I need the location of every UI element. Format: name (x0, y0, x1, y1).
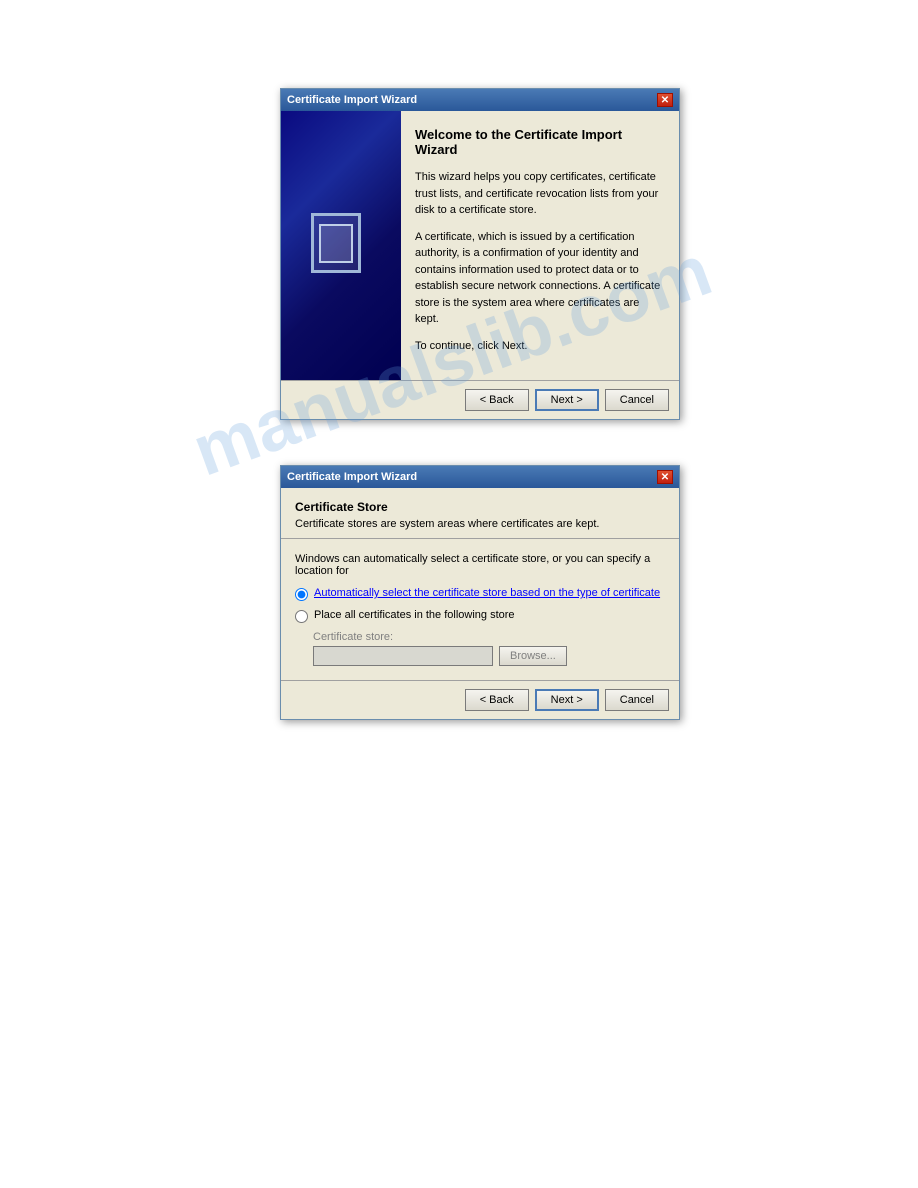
dialog2-header: Certificate Store Certificate stores are… (281, 488, 679, 539)
radio-auto-label[interactable]: Automatically select the certificate sto… (314, 587, 660, 599)
dialog2-back-button[interactable]: < Back (465, 689, 529, 711)
dialog1-heading: Welcome to the Certificate Import Wizard (415, 127, 665, 157)
dialog2-title: Certificate Import Wizard (287, 471, 417, 483)
radio-manual-label[interactable]: Place all certificates in the following … (314, 609, 515, 621)
dialog2-next-button[interactable]: Next > (535, 689, 599, 711)
radio-auto-select[interactable] (295, 588, 308, 601)
dialog2-description: Windows can automatically select a certi… (295, 553, 665, 577)
dialog1-paragraph1: This wizard helps you copy certificates,… (415, 169, 665, 219)
radio-manual-select[interactable] (295, 610, 308, 623)
dialog1-title: Certificate Import Wizard (287, 94, 417, 106)
dialog1-paragraph3: To continue, click Next. (415, 338, 665, 355)
dialog1-cancel-button[interactable]: Cancel (605, 389, 669, 411)
dialog1-footer: < Back Next > Cancel (281, 380, 679, 419)
dialog2-section-title: Certificate Store (295, 500, 665, 514)
radio-option-manual: Place all certificates in the following … (295, 609, 665, 623)
dialog2-certificate-store: Certificate Import Wizard ✕ Certificate … (280, 465, 680, 720)
dialog2-close-button[interactable]: ✕ (657, 470, 673, 484)
dialog1-back-button[interactable]: < Back (465, 389, 529, 411)
dialog2-section-desc: Certificate stores are system areas wher… (295, 518, 665, 530)
certificate-icon (311, 213, 371, 278)
dialog1-paragraph2: A certificate, which is issued by a cert… (415, 229, 665, 328)
dialog1-next-button[interactable]: Next > (535, 389, 599, 411)
cert-store-field: Certificate store: Browse... (313, 631, 665, 666)
cert-icon-inner (311, 213, 361, 273)
cert-store-input[interactable] (313, 646, 493, 666)
dialog1-banner-image (281, 111, 401, 380)
browse-button[interactable]: Browse... (499, 646, 567, 666)
dialog1-text-area: Welcome to the Certificate Import Wizard… (401, 111, 679, 380)
dialog2-titlebar: Certificate Import Wizard ✕ (281, 466, 679, 488)
radio-option-auto: Automatically select the certificate sto… (295, 587, 665, 601)
dialog1-titlebar: Certificate Import Wizard ✕ (281, 89, 679, 111)
cert-store-label: Certificate store: (313, 631, 665, 643)
dialog1-certificate-import-welcome: Certificate Import Wizard ✕ Welcome to t… (280, 88, 680, 420)
dialog2-content: Windows can automatically select a certi… (281, 539, 679, 680)
dialog2-cancel-button[interactable]: Cancel (605, 689, 669, 711)
cert-store-row: Browse... (313, 646, 665, 666)
dialog1-body: Welcome to the Certificate Import Wizard… (281, 111, 679, 380)
dialog1-close-button[interactable]: ✕ (657, 93, 673, 107)
dialog2-footer: < Back Next > Cancel (281, 680, 679, 719)
